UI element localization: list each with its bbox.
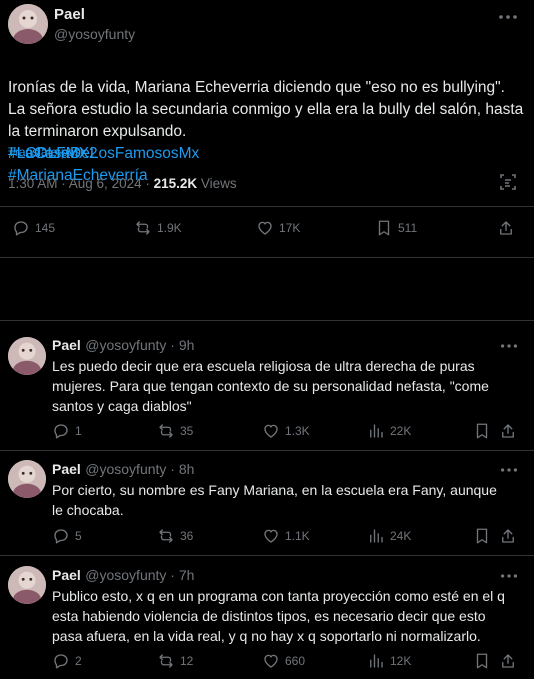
reply-author-name[interactable]: Pael	[52, 461, 81, 477]
avatar[interactable]	[8, 566, 46, 604]
bookmark-button[interactable]: 511	[375, 219, 417, 237]
more-icon[interactable]	[496, 10, 520, 24]
repost-button[interactable]: 1.9K	[134, 219, 182, 237]
reply-count: 145	[35, 221, 56, 235]
like-icon	[264, 424, 278, 438]
bookmark-count: 511	[398, 221, 418, 235]
avatar-image	[8, 566, 46, 604]
repost-count: 35	[180, 424, 194, 438]
reply-count: 1	[75, 424, 82, 438]
more-icon[interactable]	[498, 463, 520, 477]
like-icon	[264, 654, 278, 668]
divider	[0, 257, 534, 258]
views-count: 215.2K	[153, 176, 198, 191]
post-author-name[interactable]: Pael	[54, 6, 85, 23]
repost-count: 12	[180, 654, 194, 668]
reply-button[interactable]: 1	[52, 422, 82, 440]
share-icon	[502, 529, 514, 543]
share-button[interactable]	[499, 652, 517, 670]
like-icon	[264, 529, 278, 543]
reply-header: Pael @yosoyfunty · 7h	[52, 567, 194, 585]
reply-text: Publico esto, x q en un programa con tan…	[52, 588, 505, 644]
reply-icon	[54, 654, 68, 669]
share-button[interactable]	[497, 219, 515, 237]
bookmark-icon	[476, 653, 488, 669]
divider	[0, 206, 534, 207]
views-icon	[370, 654, 383, 668]
avatar[interactable]	[8, 4, 48, 44]
divider	[0, 320, 534, 321]
like-count: 17K	[279, 221, 301, 235]
like-button[interactable]: 1.3K	[262, 422, 310, 440]
reply-text: Les puedo decir que era escuela religios…	[52, 358, 489, 414]
views-label: Views	[197, 176, 237, 191]
views-count: 22K	[390, 424, 412, 438]
grok-icon[interactable]	[498, 172, 518, 192]
reply-count: 2	[75, 654, 82, 668]
post-author-handle[interactable]: @yosoyfunty	[54, 26, 135, 42]
views-icon	[370, 424, 383, 438]
reply-header: Pael @yosoyfunty · 9h	[52, 337, 194, 355]
bookmark-icon	[378, 220, 390, 236]
avatar[interactable]	[8, 337, 46, 375]
views-button[interactable]: 24K	[367, 527, 411, 545]
reply-count: 5	[75, 529, 82, 543]
share-button[interactable]	[499, 422, 517, 440]
reply-author-name[interactable]: Pael	[52, 567, 81, 583]
reply-button[interactable]: 5	[52, 527, 82, 545]
reply-author-name[interactable]: Pael	[52, 337, 81, 353]
like-count: 1.1K	[285, 529, 310, 543]
repost-button[interactable]: 12	[157, 652, 193, 670]
repost-icon	[159, 529, 173, 543]
share-button[interactable]	[499, 527, 517, 545]
reply-author-handle[interactable]: @yosoyfunty · 8h	[85, 461, 194, 477]
bookmark-button[interactable]	[473, 422, 491, 440]
more-icon[interactable]	[498, 339, 520, 353]
repost-button[interactable]: 36	[157, 527, 193, 545]
share-icon	[500, 221, 512, 235]
avatar-image	[8, 337, 46, 375]
bookmark-icon	[476, 423, 488, 439]
share-icon	[502, 654, 514, 668]
repost-icon	[159, 424, 173, 438]
translate-post-link[interactable]: Translate post	[8, 145, 84, 159]
divider	[0, 450, 534, 451]
repost-icon	[159, 654, 173, 668]
repost-count: 1.9K	[157, 221, 182, 235]
bookmark-button[interactable]	[473, 652, 491, 670]
post-timestamp[interactable]: 1:30 AM · Aug 6, 2024 ·	[8, 176, 154, 191]
like-icon	[258, 221, 272, 235]
like-count: 660	[285, 654, 306, 668]
reply-icon	[54, 424, 68, 439]
avatar[interactable]	[8, 460, 46, 498]
like-button[interactable]: 1.1K	[262, 527, 310, 545]
reply-icon	[54, 529, 68, 544]
views-count: 12K	[390, 654, 412, 668]
share-icon	[502, 424, 514, 438]
repost-icon	[136, 221, 150, 235]
avatar-image	[8, 460, 46, 498]
post-meta: 1:30 AM · Aug 6, 2024 · 215.2K Views	[8, 176, 237, 191]
like-count: 1.3K	[285, 424, 310, 438]
repost-button[interactable]: 35	[157, 422, 193, 440]
reply-author-handle[interactable]: @yosoyfunty · 9h	[85, 337, 194, 353]
views-icon	[370, 529, 383, 543]
reply-button[interactable]: 2	[52, 652, 82, 670]
repost-count: 36	[180, 529, 194, 543]
reply-button[interactable]: 145	[12, 219, 55, 237]
like-button[interactable]: 17K	[256, 219, 300, 237]
reply-header: Pael @yosoyfunty · 8h	[52, 461, 194, 479]
views-button[interactable]: 22K	[367, 422, 411, 440]
avatar-image	[8, 4, 48, 44]
bookmark-icon	[476, 528, 488, 544]
reply-author-handle[interactable]: @yosoyfunty · 7h	[85, 567, 194, 583]
reply-icon	[14, 221, 28, 236]
views-count: 24K	[390, 529, 412, 543]
like-button[interactable]: 660	[262, 652, 305, 670]
bookmark-button[interactable]	[473, 527, 491, 545]
views-button[interactable]: 12K	[367, 652, 411, 670]
more-icon[interactable]	[498, 569, 520, 583]
divider	[0, 555, 534, 556]
reply-text: Por cierto, su nombre es Fany Mariana, e…	[52, 482, 497, 518]
